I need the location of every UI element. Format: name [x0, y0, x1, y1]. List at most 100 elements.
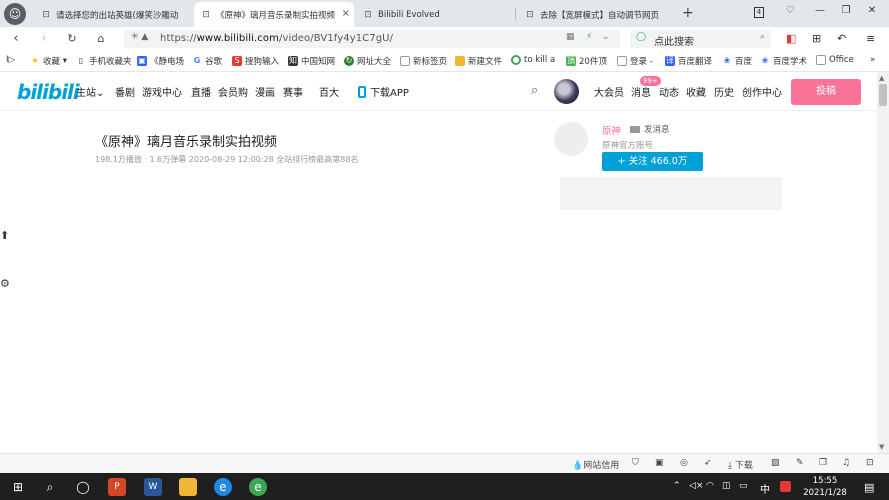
settings-gear-icon[interactable]: ⚙: [0, 277, 10, 293]
show-hidden-icons[interactable]: ⌃: [673, 481, 681, 491]
bilibili-logo[interactable]: bilibili: [17, 80, 80, 104]
bookmark-item[interactable]: ❀ 百度学术: [760, 55, 807, 67]
favorite-icon[interactable]: ♡: [782, 5, 798, 16]
sogou-tray-icon[interactable]: [780, 481, 791, 492]
wifi-icon[interactable]: ◠: [706, 481, 714, 491]
tab-2[interactable]: ⊡ 《原神》璃月音乐录制实拍视频 ×: [194, 2, 354, 27]
home-icon[interactable]: ⌂: [93, 30, 109, 48]
browser-app-icon[interactable]: e: [249, 478, 267, 496]
search-icon[interactable]: ⌕: [760, 32, 765, 42]
windows-start-icon[interactable]: ⊞: [9, 478, 27, 496]
nav-mall[interactable]: 会员购: [218, 84, 248, 99]
scroll-thumb[interactable]: [879, 84, 887, 106]
apps-grid-icon[interactable]: ⊞: [812, 32, 821, 45]
notification-icon[interactable]: ▤: [864, 481, 874, 494]
close-window-button[interactable]: ✕: [864, 5, 880, 16]
bookmark-item[interactable]: ▯ 手机收藏夹: [76, 55, 132, 67]
search-icon[interactable]: ⌕: [531, 83, 538, 98]
profile-avatar-icon[interactable]: ☺: [4, 3, 26, 25]
nav-top100[interactable]: 百大: [319, 84, 339, 99]
nav-vip[interactable]: 大会员: [594, 84, 624, 99]
nav-dynamics[interactable]: 动态: [659, 84, 679, 99]
forward-icon[interactable]: ›: [36, 30, 52, 48]
download-link[interactable]: ⤓ 下载: [728, 458, 753, 471]
rocket-icon[interactable]: ➶: [704, 458, 712, 468]
qr-icon[interactable]: ▦: [566, 32, 575, 42]
edge-icon[interactable]: e: [214, 478, 232, 496]
follow-button[interactable]: + 关注 466.0万: [602, 152, 703, 171]
bookmark-item[interactable]: G 谷歌: [192, 55, 222, 67]
uploader-name[interactable]: 原神: [602, 123, 621, 137]
scroll-down-icon[interactable]: ▼: [879, 443, 884, 451]
refresh-circle-icon[interactable]: ◎: [680, 458, 688, 468]
nav-anime[interactable]: 番剧: [115, 84, 135, 99]
upload-button[interactable]: 投稿: [791, 79, 861, 105]
bookmark-item[interactable]: 頂 20件顶: [566, 55, 607, 67]
search-icon[interactable]: ⌕: [41, 478, 59, 496]
image-icon[interactable]: ▨: [771, 458, 780, 468]
nav-game-center[interactable]: 游戏中心: [142, 84, 182, 99]
word-icon[interactable]: W: [144, 478, 162, 496]
reload-icon[interactable]: ↻: [64, 30, 80, 48]
powerpoint-icon[interactable]: P: [108, 478, 126, 496]
download-app-link[interactable]: 下载APP: [358, 84, 409, 99]
uploader-avatar[interactable]: [554, 122, 588, 156]
send-message-link[interactable]: 发消息: [630, 123, 670, 135]
bookmark-item[interactable]: 新建文件: [455, 55, 502, 67]
nav-main-site[interactable]: 主站⌄: [76, 84, 104, 99]
nav-creator-center[interactable]: 创作中心: [742, 84, 782, 99]
search-input[interactable]: 点此搜索: [654, 33, 694, 48]
new-tab-button[interactable]: +: [682, 5, 694, 21]
ime-indicator[interactable]: 中: [760, 481, 770, 496]
undo-icon[interactable]: ↶: [837, 32, 846, 45]
nav-history[interactable]: 历史: [714, 84, 734, 99]
minimize-button[interactable]: —: [812, 5, 828, 16]
bookmark-item[interactable]: Office: [816, 55, 854, 65]
nav-live[interactable]: 直播: [191, 84, 211, 99]
nav-messages[interactable]: 消息: [631, 84, 651, 99]
shield-icon[interactable]: ⛉: [632, 458, 639, 468]
screenshot-icon[interactable]: ▣: [655, 458, 664, 468]
extension-icon[interactable]: ◧: [786, 32, 796, 45]
more-bookmarks-icon[interactable]: »: [870, 55, 875, 65]
nav-manga[interactable]: 漫画: [255, 84, 275, 99]
bookmark-item[interactable]: 新标签页: [400, 55, 447, 67]
zoom-icon[interactable]: ⊡: [866, 458, 874, 468]
scroll-up-icon[interactable]: ▲: [879, 74, 884, 82]
volume-icon[interactable]: ♫: [842, 458, 850, 468]
maximize-button[interactable]: ❐: [838, 5, 854, 16]
bookmark-item[interactable]: ★ 收藏 ▾: [30, 55, 67, 67]
window-icon[interactable]: ❐: [819, 458, 827, 468]
lightning-icon[interactable]: ⚡: [586, 32, 592, 42]
bookmark-item[interactable]: ❀ 百度: [722, 55, 752, 67]
search-box[interactable]: ◯ 点此搜索 ⌕: [630, 30, 771, 48]
url-text[interactable]: https://www.bilibili.com/video/BV1fy4y1C…: [160, 33, 393, 44]
task-view-icon[interactable]: ◯: [74, 478, 92, 496]
nav-esports[interactable]: 赛事: [283, 84, 303, 99]
sidebar-toggle-icon[interactable]: I▷: [6, 55, 15, 65]
bookmark-item[interactable]: ↻ 网址大全: [344, 55, 391, 67]
tab-count-icon[interactable]: 4: [754, 7, 764, 18]
search-engine-icon[interactable]: ◯: [636, 32, 646, 42]
volume-icon[interactable]: ◁×: [689, 481, 703, 491]
bookmark-item[interactable]: ▣ 《静电场: [137, 55, 184, 67]
tab-close-icon[interactable]: ×: [342, 8, 350, 19]
bookmark-item[interactable]: S 搜狗输入: [232, 55, 279, 67]
tab-4[interactable]: ⊡ 去除【宽屏模式】自动调节网页: [518, 2, 668, 27]
dropdown-chevron-icon[interactable]: ⌄: [602, 32, 610, 42]
nav-favorites[interactable]: 收藏: [686, 84, 706, 99]
tab-1[interactable]: ⊡ 请选择您的出站英雄(爆笑沙雕动: [34, 2, 192, 27]
back-icon[interactable]: ‹: [8, 30, 24, 48]
bookmark-item[interactable]: 译百度翻译: [665, 55, 712, 67]
bookmark-item[interactable]: 知中国知网: [288, 55, 335, 67]
avatar[interactable]: [554, 79, 579, 104]
file-explorer-icon[interactable]: [179, 478, 197, 496]
system-clock[interactable]: 15:55 2021/1/28: [800, 475, 850, 499]
vertical-scrollbar[interactable]: ▲ ▼: [877, 72, 889, 453]
side-float-icon[interactable]: ⬆: [0, 229, 9, 245]
bookmark-item[interactable]: to kill a: [511, 55, 555, 65]
url-bar[interactable]: ✳ ▲ https://www.bilibili.com/video/BV1fy…: [124, 30, 620, 48]
network-icon[interactable]: ◫: [722, 481, 731, 491]
battery-icon[interactable]: ▭: [739, 481, 748, 491]
edit-icon[interactable]: ✎: [796, 458, 804, 468]
